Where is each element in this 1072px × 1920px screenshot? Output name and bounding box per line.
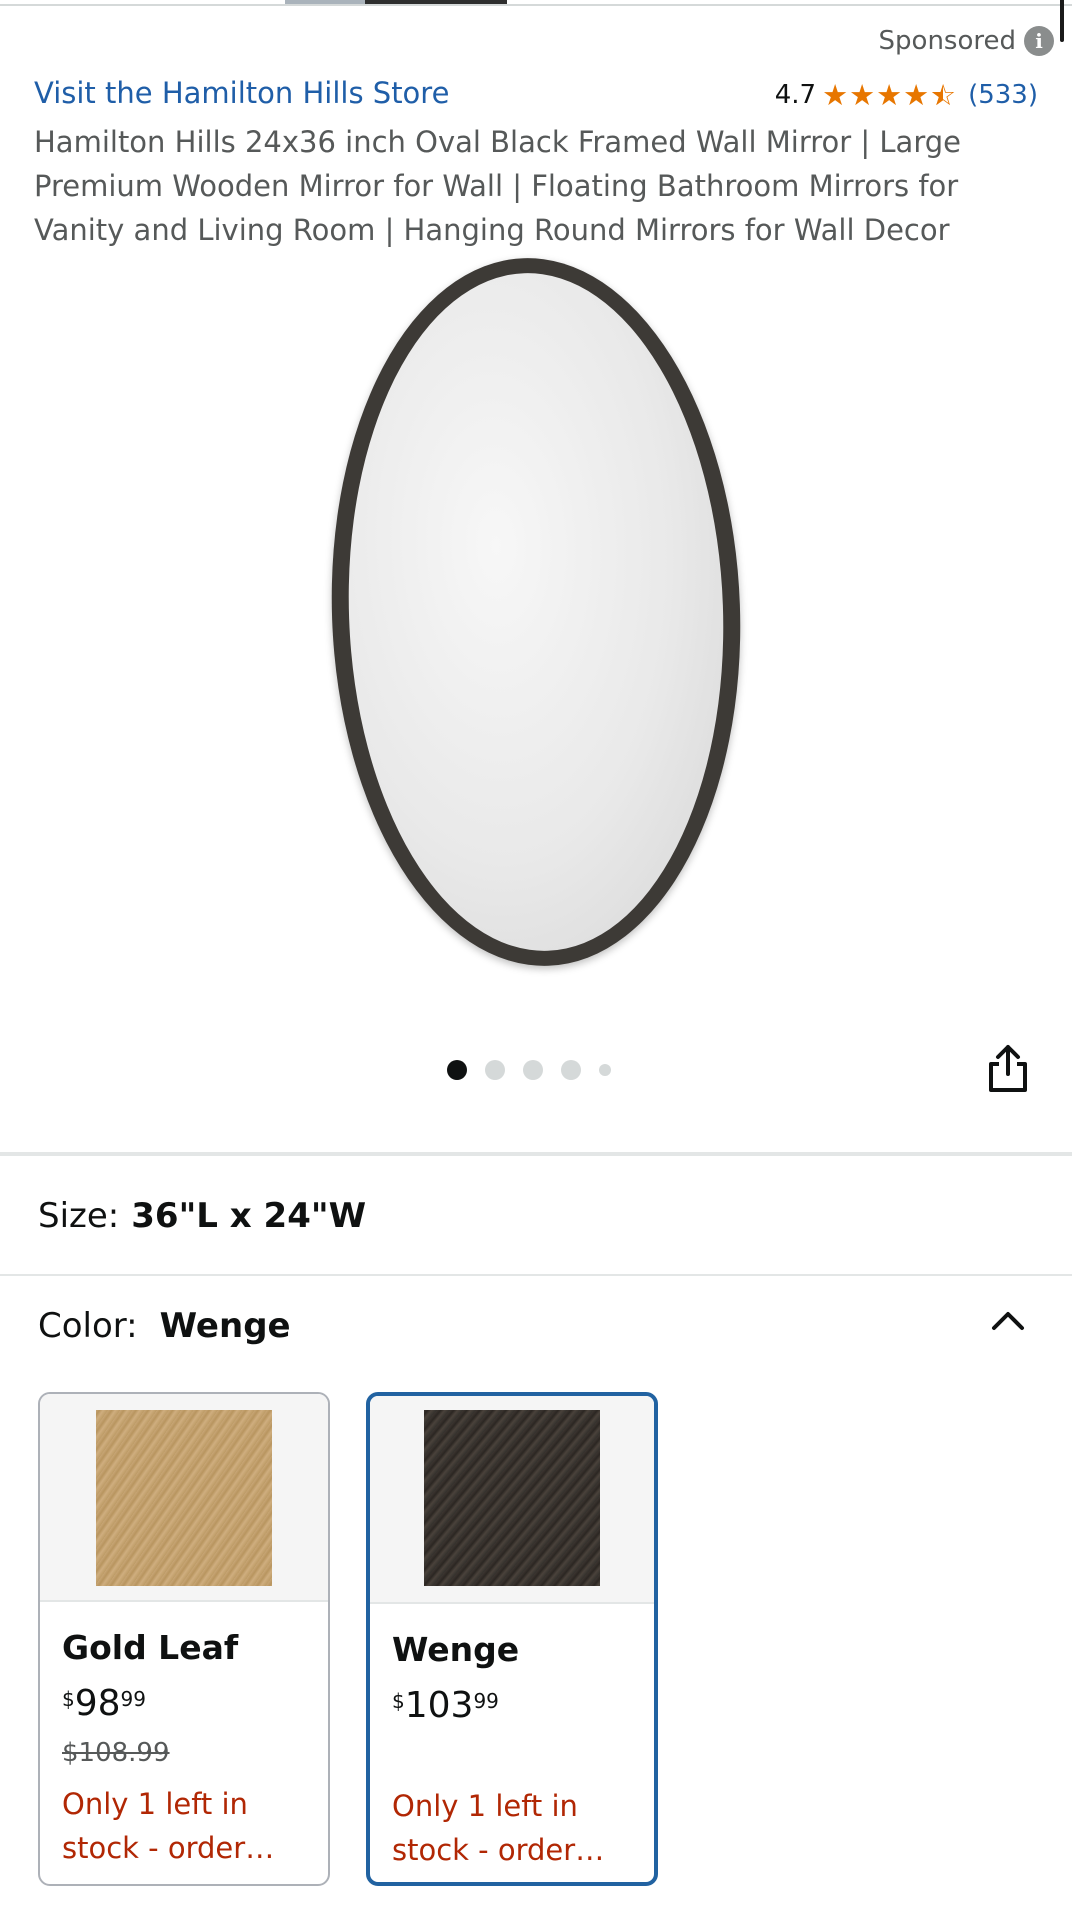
- product-page: Sponsored i Visit the Hamilton Hills Sto…: [0, 0, 1072, 1920]
- price-whole: 103: [404, 1685, 474, 1726]
- product-image[interactable]: [300, 251, 753, 973]
- mirror-frame: [319, 251, 753, 973]
- sponsored-label: Sponsored i: [879, 26, 1054, 56]
- carousel-dot[interactable]: [599, 1064, 611, 1076]
- star-half-icon: ★ ☆: [930, 77, 957, 112]
- carousel-dot-active[interactable]: [447, 1060, 467, 1080]
- color-option-wenge[interactable]: Wenge $103 99 Only 1 left in stock - orde…: [366, 1392, 658, 1886]
- swatch-price: $98 99: [62, 1683, 306, 1724]
- carousel-dot[interactable]: [485, 1060, 505, 1080]
- rating-count[interactable]: (533): [968, 80, 1038, 110]
- star-full-icon: ★: [903, 77, 930, 112]
- stock-warning: Only 1 left in stock - order…: [62, 1787, 275, 1865]
- size-label: Size:: [38, 1196, 120, 1236]
- size-selector[interactable]: Size: 36"L x 24"W: [38, 1196, 366, 1236]
- share-icon[interactable]: [986, 1044, 1030, 1094]
- info-icon[interactable]: i: [1024, 26, 1054, 56]
- star-full-icon: ★: [876, 77, 903, 112]
- color-value: Wenge: [159, 1306, 291, 1346]
- swatch-image-area: [40, 1394, 328, 1602]
- store-rating-row: Visit the Hamilton Hills Store 4.7 ★ ★ ★…: [34, 76, 1038, 110]
- color-selector-header[interactable]: Color: Wenge: [38, 1306, 291, 1346]
- list-price: $108.99: [62, 1738, 170, 1768]
- scrollbar[interactable]: [1060, 0, 1064, 42]
- store-link[interactable]: Visit the Hamilton Hills Store: [34, 76, 449, 110]
- stock-warning: Only 1 left in stock - order…: [392, 1789, 605, 1867]
- price-fraction: 99: [473, 1689, 499, 1713]
- carousel-dot[interactable]: [561, 1060, 581, 1080]
- star-full-icon: ★: [849, 77, 876, 112]
- star-full-icon: ★: [822, 77, 849, 112]
- product-title: Hamilton Hills 24x36 inch Oval Black Fra…: [34, 125, 961, 247]
- rating[interactable]: 4.7 ★ ★ ★ ★ ★ ☆ (533): [775, 80, 1038, 110]
- size-value: 36"L x 24"W: [131, 1196, 367, 1236]
- price-currency: $: [62, 1687, 75, 1711]
- list-price: [392, 1740, 632, 1774]
- swatch-details: Gold Leaf $98 99 $108.99 Only 1 left in s…: [40, 1602, 328, 1870]
- swatch-price: $103 99: [392, 1685, 632, 1726]
- swatch-name: Gold Leaf: [62, 1628, 239, 1667]
- thumbnail-fragment: [285, 0, 365, 4]
- price-currency: $: [392, 1689, 405, 1713]
- previous-item-strip: [0, 0, 1072, 6]
- thumbnail-fragment: [365, 0, 507, 4]
- price-fraction: 99: [120, 1687, 146, 1711]
- swatch-name: Wenge: [392, 1630, 520, 1669]
- color-option-gold-leaf[interactable]: Gold Leaf $98 99 $108.99 Only 1 left in s…: [38, 1392, 330, 1886]
- mirror-glass: [337, 266, 735, 958]
- swatch-details: Wenge $103 99 Only 1 left in stock - orde…: [370, 1604, 654, 1872]
- chevron-up-icon[interactable]: [990, 1308, 1026, 1334]
- color-label: Color:: [38, 1306, 138, 1346]
- carousel-dot[interactable]: [523, 1060, 543, 1080]
- gold-leaf-swatch-image: [96, 1410, 272, 1586]
- sponsored-text: Sponsored: [878, 26, 1016, 56]
- price-whole: 98: [74, 1683, 121, 1724]
- carousel-dots: [447, 1060, 611, 1080]
- rating-value: 4.7: [774, 80, 817, 110]
- wenge-swatch-image: [424, 1410, 600, 1586]
- section-divider: [0, 1274, 1072, 1276]
- star-rating: ★ ★ ★ ★ ★ ☆: [822, 77, 957, 112]
- swatch-image-area: [370, 1396, 654, 1604]
- section-divider: [0, 1152, 1072, 1156]
